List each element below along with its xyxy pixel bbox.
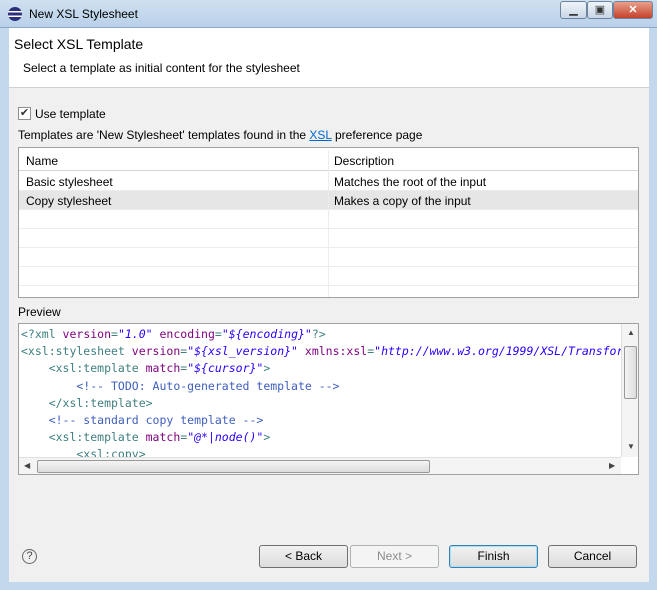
scroll-up-arrow-icon[interactable]: ▲ [627,328,635,337]
wizard-header: Select XSL Template Select a template as… [9,28,649,88]
horizontal-scrollbar[interactable]: ◀ ▶ [19,457,621,474]
scroll-down-arrow-icon[interactable]: ▼ [627,442,635,451]
page-title: Select XSL Template [14,36,144,52]
page-description: Select a template as initial content for… [23,61,300,75]
close-button[interactable]: ✕ [613,1,653,19]
preview-label: Preview [18,305,61,319]
finish-button[interactable]: Finish [449,545,538,568]
title-bar: New XSL Stylesheet ▁ ▣ ✕ [0,0,657,28]
info-text-suffix: preference page [331,128,423,142]
info-text: Templates are 'New Stylesheet' templates… [18,128,310,142]
vertical-scrollbar[interactable]: ▲ ▼ [621,324,638,457]
column-divider [328,150,329,297]
column-header-name[interactable]: Name [26,154,58,168]
preview-code: <?xml version="1.0" encoding="${encoding… [21,327,638,462]
help-icon[interactable]: ? [22,549,37,564]
templates-table: Name Description Basic stylesheet Matche… [18,147,639,298]
use-template-label[interactable]: Use template [35,107,106,121]
row-name: Copy stylesheet [26,194,112,208]
maximize-button[interactable]: ▣ [587,1,613,19]
vertical-scroll-thumb[interactable] [624,346,637,399]
column-header-description[interactable]: Description [334,154,394,168]
minimize-button[interactable]: ▁ [560,1,587,19]
scroll-left-arrow-icon[interactable]: ◀ [24,461,30,470]
preview-editor[interactable]: <?xml version="1.0" encoding="${encoding… [18,323,639,475]
scroll-right-arrow-icon[interactable]: ▶ [609,461,615,470]
eclipse-icon [8,7,22,21]
back-button[interactable]: < Back [259,545,348,568]
xsl-preference-link[interactable]: XSL [309,128,331,142]
next-button[interactable]: Next > [350,545,439,568]
row-description: Makes a copy of the input [334,194,471,208]
row-name: Basic stylesheet [26,175,113,189]
horizontal-scroll-thumb[interactable] [37,460,430,473]
use-template-checkbox[interactable]: ✔ [18,107,31,120]
window-title: New XSL Stylesheet [29,7,138,21]
templates-info: Templates are 'New Stylesheet' templates… [18,128,422,142]
cancel-button[interactable]: Cancel [548,545,637,568]
row-description: Matches the root of the input [334,175,487,189]
